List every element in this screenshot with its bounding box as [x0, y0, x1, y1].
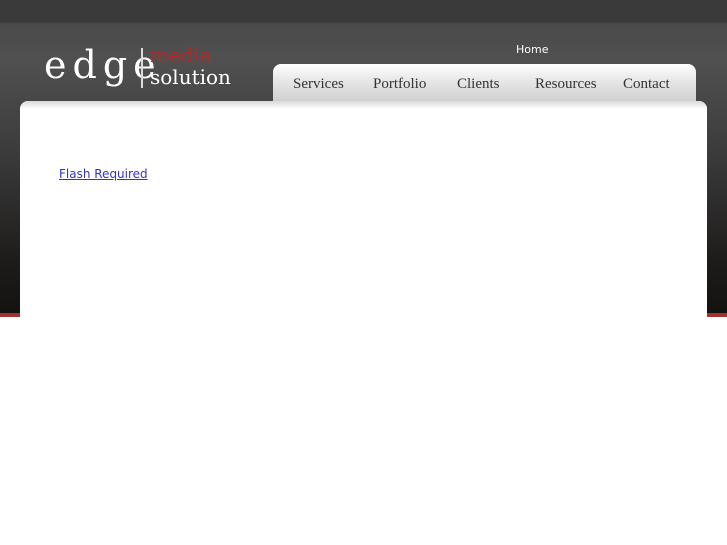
home-link[interactable]: Home [516, 43, 548, 56]
nav-item-clients[interactable]: Clients [457, 76, 500, 93]
flash-required-link[interactable]: Flash Required [59, 167, 148, 181]
nav-item-resources[interactable]: Resources [535, 76, 597, 93]
logo-word-solution: solution [150, 65, 231, 89]
nav-item-services[interactable]: Services [293, 76, 344, 93]
logo-word-media: media [150, 43, 212, 67]
page: edge media solution Home Services Portfo… [0, 0, 727, 545]
content-panel-shade [20, 101, 707, 109]
logo-word-edge: edge [44, 43, 162, 87]
logo-divider [141, 48, 143, 88]
main-navigation: Services Portfolio Clients Resources Con… [273, 64, 696, 102]
site-logo[interactable]: edge media solution [44, 42, 244, 92]
nav-item-portfolio[interactable]: Portfolio [373, 76, 426, 93]
content-panel [20, 101, 707, 331]
nav-item-contact[interactable]: Contact [623, 76, 670, 93]
